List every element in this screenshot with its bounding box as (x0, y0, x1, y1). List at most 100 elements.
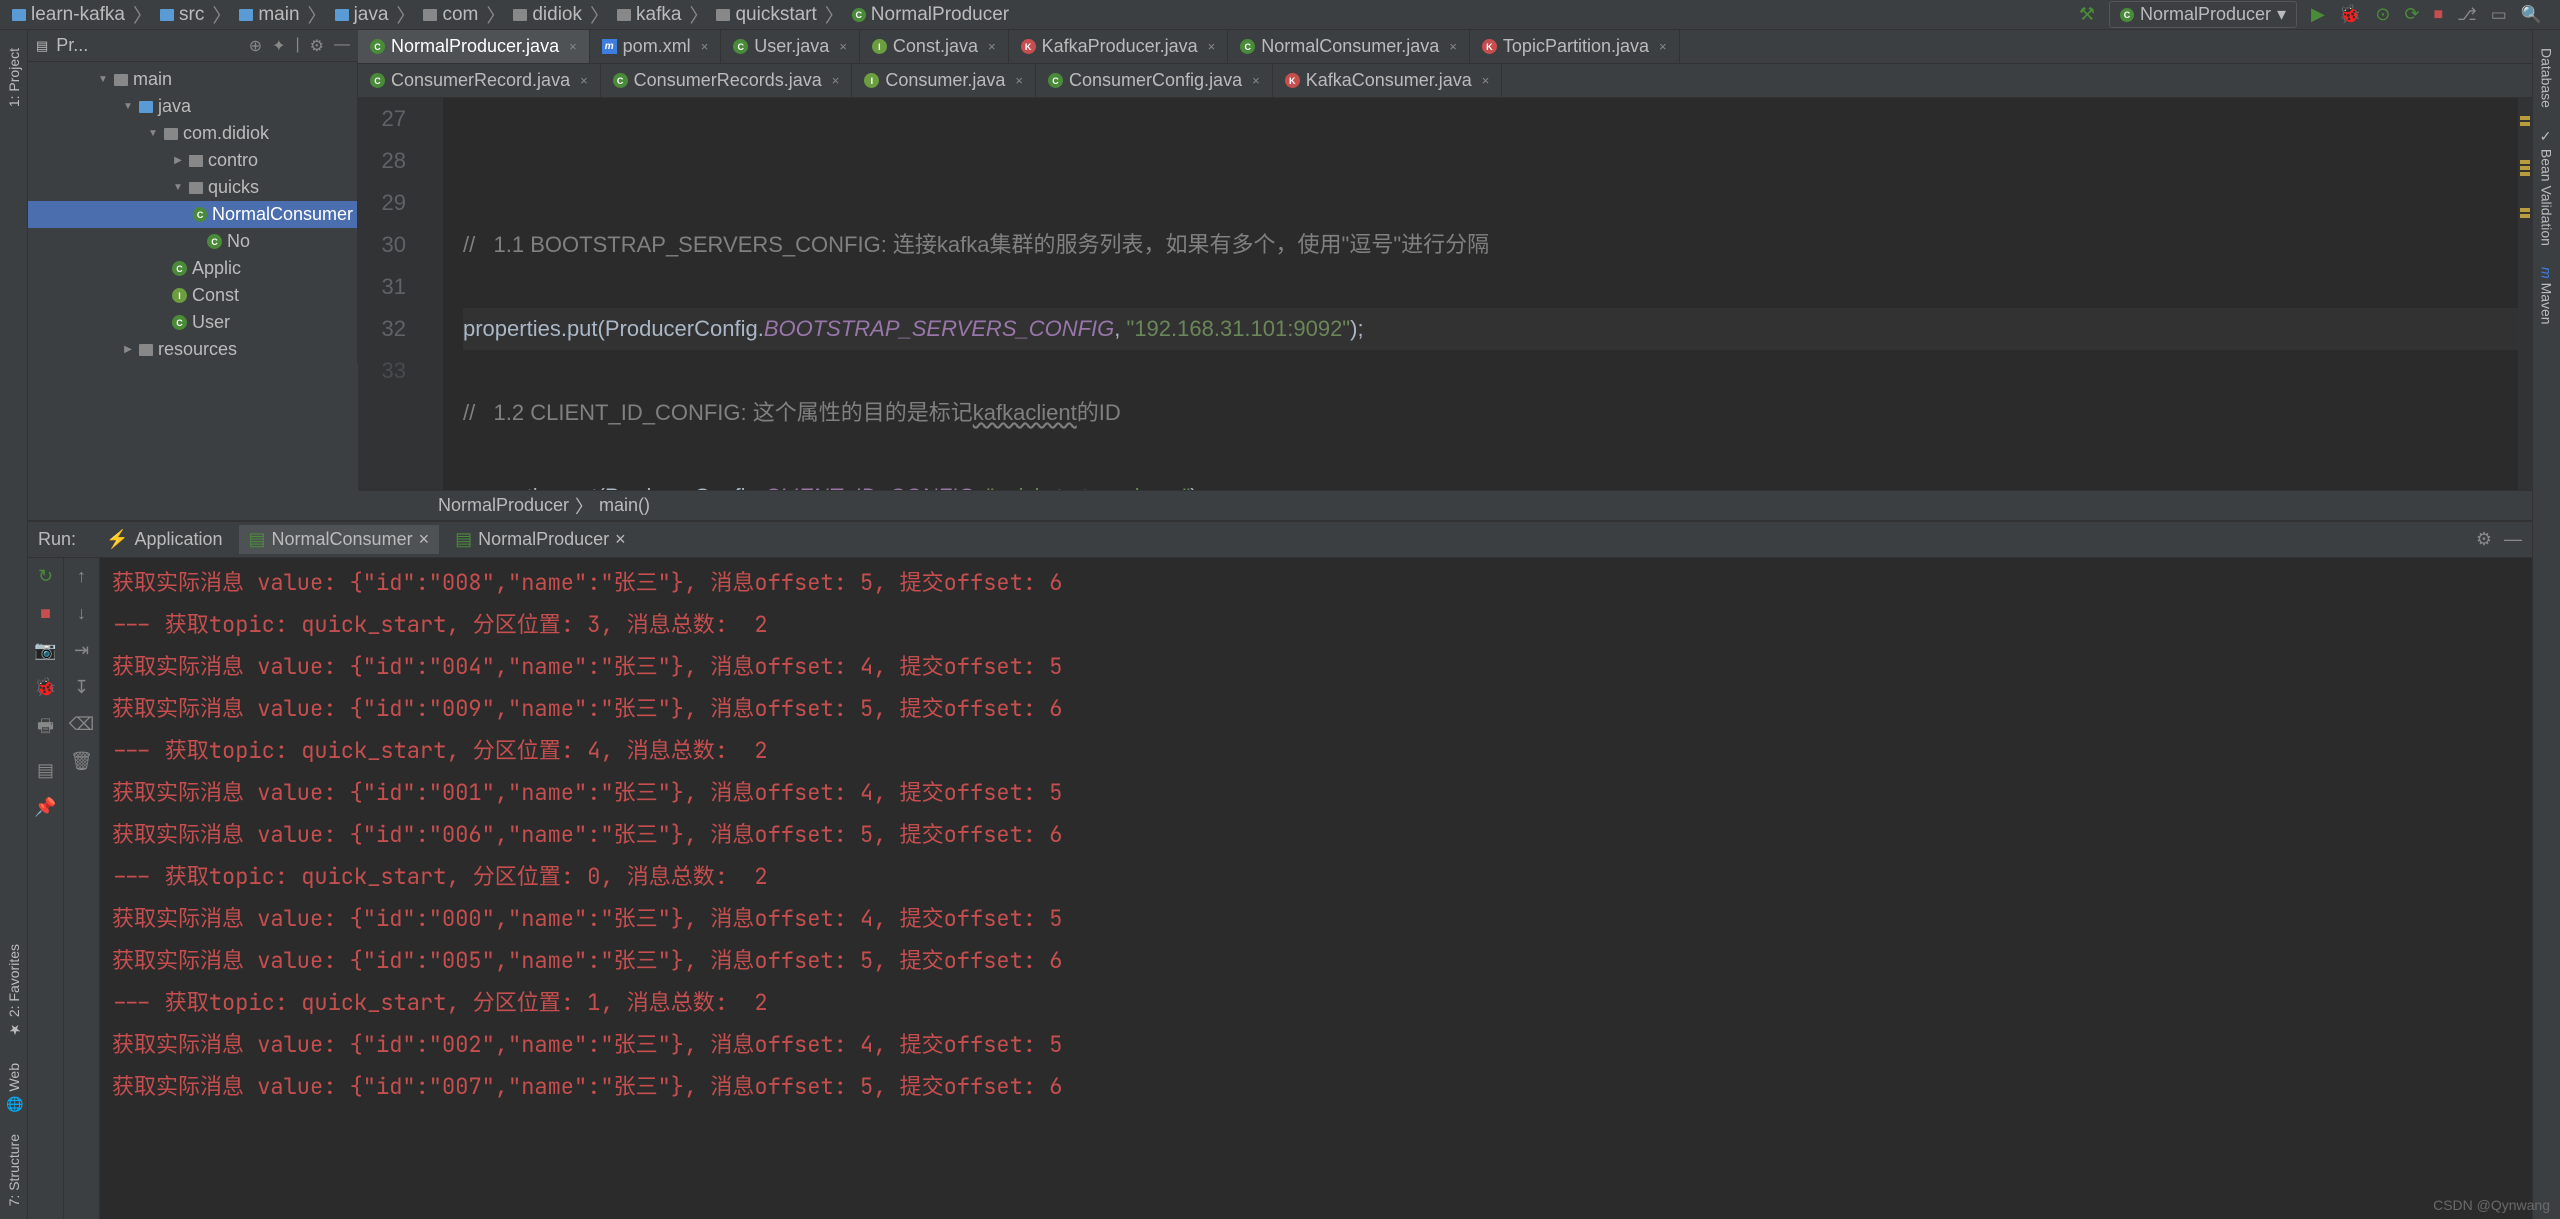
editor-tab[interactable]: KKafkaConsumer.java× (1273, 64, 1503, 97)
tree-file-normalconsumer[interactable]: CNormalConsumer (28, 201, 357, 228)
select-target-icon[interactable]: ⊕ (249, 36, 262, 56)
crumb-src[interactable]: src (158, 4, 206, 26)
coverage-icon[interactable]: ⊙ (2375, 4, 2390, 25)
up-icon[interactable]: ↑ (77, 566, 86, 587)
run-tab-normalproducer[interactable]: ▤NormalProducer× (445, 525, 636, 554)
build-icon[interactable]: ⚒ (2079, 4, 2095, 25)
editor-tab[interactable]: mpom.xml× (590, 30, 722, 63)
layout-icon[interactable]: ▭ (2491, 5, 2507, 25)
run-config-selector[interactable]: CNormalProducer ▾ (2109, 1, 2297, 28)
close-icon[interactable]: × (419, 529, 430, 550)
close-icon[interactable]: × (1015, 73, 1023, 88)
crumb-java[interactable]: java (333, 4, 391, 26)
console-output[interactable]: 获取实际消息 value: {"id":"008","name":"张三"}, … (100, 558, 2532, 1219)
close-icon[interactable]: × (1208, 39, 1216, 54)
gear-icon[interactable]: ⚙ (2476, 529, 2492, 550)
debug-icon[interactable]: 🐞 (2339, 4, 2361, 25)
bean-tool-button[interactable]: ✓ Bean Validation (2535, 121, 2559, 254)
editor-breadcrumbs[interactable]: NormalProducer〉main() (358, 490, 2532, 520)
error-stripe[interactable] (2518, 98, 2532, 490)
editor-tab[interactable]: CConsumerRecords.java× (601, 64, 853, 97)
tree-folder-resources[interactable]: ▶resources (28, 336, 357, 363)
tab-label: KafkaProducer.java (1042, 36, 1198, 57)
maven-icon: m (602, 39, 617, 54)
editor-tab[interactable]: IConsumer.java× (852, 64, 1036, 97)
run-tab-application[interactable]: ⚡Application (96, 525, 232, 554)
close-icon[interactable]: × (1449, 39, 1457, 54)
editor-tab[interactable]: CNormalProducer.java× (358, 30, 590, 63)
tab-label: User.java (754, 36, 829, 57)
search-icon[interactable]: 🔍 (2521, 5, 2542, 25)
stop-icon[interactable]: ■ (2434, 6, 2444, 24)
stop-icon[interactable]: ■ (40, 603, 51, 624)
tree-folder-contro[interactable]: ▶contro (28, 147, 357, 174)
favorites-tool-button[interactable]: ★ 2: Favorites (2, 936, 26, 1045)
wrap-icon[interactable]: ⇥ (74, 640, 89, 661)
editor-tab[interactable]: KTopicPartition.java× (1470, 30, 1680, 63)
editor-tab[interactable]: CConsumerConfig.java× (1036, 64, 1273, 97)
close-icon[interactable]: × (1482, 73, 1490, 88)
crumb-kafka[interactable]: kafka (615, 4, 683, 26)
close-icon[interactable]: × (569, 39, 577, 54)
pin-icon[interactable]: 📌 (34, 797, 56, 818)
interface-icon: I (872, 39, 887, 54)
editor-body[interactable]: 27 28 29 30 31 32 33 // 1.1 BOOTSTRAP_SE… (358, 98, 2532, 490)
tree-file-user[interactable]: CUser (28, 309, 357, 336)
editor-tab[interactable]: CConsumerRecord.java× (358, 64, 601, 97)
profile-icon[interactable]: ⟳ (2404, 4, 2419, 25)
minimize-icon[interactable]: — (334, 36, 350, 56)
tree-package[interactable]: ▼com.didiok (28, 120, 357, 147)
scroll-icon[interactable]: ↧ (74, 677, 89, 698)
folder-icon (423, 9, 437, 21)
layout-icon[interactable]: ▤ (37, 760, 54, 781)
editor-tab[interactable]: IConst.java× (860, 30, 1009, 63)
close-icon[interactable]: × (832, 73, 840, 88)
tree-file-applic[interactable]: CApplic (28, 255, 357, 282)
run-tab-normalconsumer[interactable]: ▤NormalConsumer× (239, 525, 440, 554)
tree-file-no[interactable]: CNo (28, 228, 357, 255)
crumb-com[interactable]: com (421, 4, 480, 26)
editor-tab[interactable]: CUser.java× (721, 30, 860, 63)
minimize-icon[interactable]: — (2504, 529, 2522, 550)
crumb-quickstart[interactable]: quickstart (714, 4, 818, 26)
structure-tool-button[interactable]: 7: Structure (2, 1126, 26, 1214)
maven-tool-button[interactable]: m Maven (2535, 259, 2559, 333)
close-icon[interactable]: × (988, 39, 996, 54)
project-title[interactable]: Pr... (56, 35, 88, 56)
project-view-icon[interactable]: ▤ (36, 38, 48, 54)
tree-folder-main[interactable]: ▼main (28, 66, 357, 93)
crumb-project[interactable]: learn-kafka (10, 4, 127, 26)
tree-folder-java[interactable]: ▼java (28, 93, 357, 120)
database-tool-button[interactable]: Database (2535, 40, 2559, 116)
folder-icon (160, 9, 174, 21)
run-icon[interactable]: ▶ (2311, 4, 2325, 25)
down-icon[interactable]: ↓ (77, 603, 86, 624)
crumb-didiok[interactable]: didiok (511, 4, 584, 26)
gear-icon[interactable]: ⚙ (310, 36, 324, 56)
code-content[interactable]: // 1.1 BOOTSTRAP_SERVERS_CONFIG: 连接kafka… (443, 98, 2532, 490)
close-icon[interactable]: × (580, 73, 588, 88)
dump-icon[interactable]: 🐞 (34, 677, 56, 698)
print-icon[interactable]: 🖶 (37, 714, 54, 744)
project-tool-button[interactable]: 1: Project (2, 40, 26, 115)
fold-gutter[interactable] (418, 98, 443, 490)
expand-icon[interactable]: ✦ (272, 36, 285, 56)
tree-folder-quicks[interactable]: ▼quicks (28, 174, 357, 201)
web-tool-button[interactable]: 🌐 Web (2, 1055, 26, 1121)
crumb-main[interactable]: main (237, 4, 301, 26)
close-icon[interactable]: × (701, 39, 709, 54)
clear-icon[interactable]: ⌫ (69, 714, 94, 735)
trash-icon[interactable]: 🗑 (70, 751, 93, 772)
crumb-file[interactable]: CNormalProducer (850, 4, 1011, 26)
camera-icon[interactable]: 📷 (34, 640, 56, 661)
git-icon[interactable]: ⎇ (2457, 5, 2477, 25)
close-icon[interactable]: × (1659, 39, 1667, 54)
close-icon[interactable]: × (1252, 73, 1260, 88)
close-icon[interactable]: × (615, 529, 626, 550)
editor-tab[interactable]: KKafkaProducer.java× (1009, 30, 1229, 63)
close-icon[interactable]: × (839, 39, 847, 54)
editor-tab[interactable]: CNormalConsumer.java× (1228, 30, 1470, 63)
project-tree[interactable]: ▼main ▼java ▼com.didiok ▶contro ▼quicks … (28, 62, 358, 363)
tree-file-const[interactable]: IConst (28, 282, 357, 309)
rerun-icon[interactable]: ↻ (38, 566, 53, 587)
